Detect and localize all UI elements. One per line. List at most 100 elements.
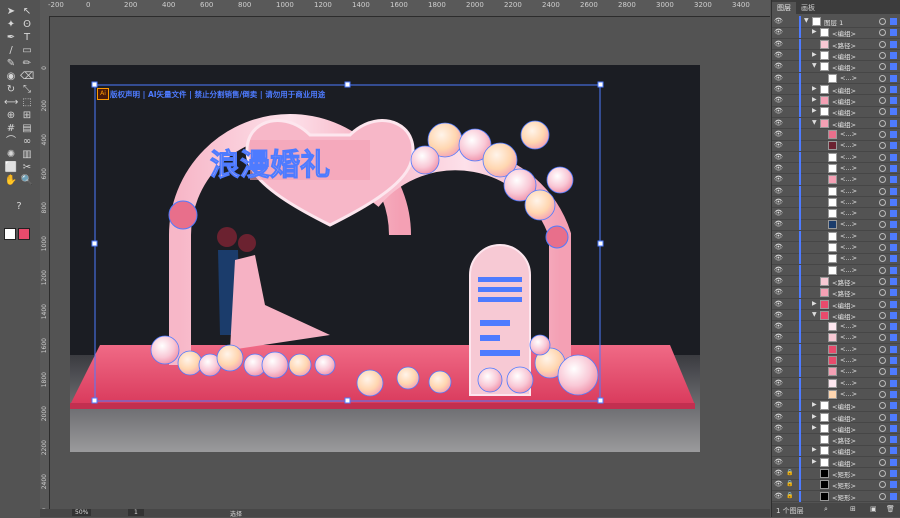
layer-row[interactable]: 👁 <...> xyxy=(772,321,900,333)
lock-toggle-icon[interactable] xyxy=(786,243,794,251)
type-tool-icon[interactable]: T xyxy=(20,31,34,45)
mesh-tool-icon[interactable]: # xyxy=(4,122,18,136)
expand-arrow-icon[interactable]: ▶ xyxy=(812,446,817,453)
visibility-eye-icon[interactable]: 👁 xyxy=(774,345,784,353)
visibility-eye-icon[interactable]: 👁 xyxy=(774,469,784,477)
selection-indicator[interactable] xyxy=(890,323,897,331)
selection-indicator[interactable] xyxy=(890,187,897,195)
lock-toggle-icon[interactable] xyxy=(786,209,794,217)
column-graph-tool-icon[interactable]: ▥ xyxy=(20,148,34,162)
visibility-eye-icon[interactable]: 👁 xyxy=(774,356,784,364)
selection-indicator[interactable] xyxy=(890,210,897,218)
lock-toggle-icon[interactable] xyxy=(786,424,794,432)
visibility-eye-icon[interactable]: 👁 xyxy=(774,40,784,48)
visibility-eye-icon[interactable]: 👁 xyxy=(774,480,784,488)
visibility-eye-icon[interactable]: 👁 xyxy=(774,367,784,375)
layer-row[interactable]: 👁 ▶ <编组> xyxy=(772,298,900,310)
target-circle-icon[interactable] xyxy=(879,153,886,161)
visibility-eye-icon[interactable]: 👁 xyxy=(774,85,784,93)
lock-toggle-icon[interactable] xyxy=(786,96,794,104)
layer-name[interactable]: <...> xyxy=(840,266,857,274)
artboard[interactable]: 浪漫婚礼 Ai 版权声明 | AI矢量文件 | 禁止分割销售/倒卖 | 请勿用于… xyxy=(70,65,700,452)
layer-name[interactable]: <...> xyxy=(840,333,857,341)
layer-name[interactable]: <编组> xyxy=(832,446,856,456)
target-circle-icon[interactable] xyxy=(879,221,886,229)
balloon[interactable] xyxy=(477,367,503,393)
pencil-tool-icon[interactable]: ✏ xyxy=(20,57,34,71)
visibility-eye-icon[interactable]: 👁 xyxy=(774,130,784,138)
target-circle-icon[interactable] xyxy=(879,198,886,206)
balloon[interactable] xyxy=(177,350,203,376)
target-circle-icon[interactable] xyxy=(879,232,886,240)
artwork[interactable]: 浪漫婚礼 xyxy=(70,65,700,452)
direct-selection-tool-icon[interactable]: ↖ xyxy=(20,5,34,19)
target-circle-icon[interactable] xyxy=(879,323,886,331)
target-circle-icon[interactable] xyxy=(879,266,886,274)
lock-toggle-icon[interactable] xyxy=(786,187,794,195)
visibility-eye-icon[interactable]: 👁 xyxy=(774,379,784,387)
selection-indicator[interactable] xyxy=(890,334,897,342)
balloon[interactable] xyxy=(506,366,534,394)
layer-name[interactable]: <编组> xyxy=(832,96,856,106)
layer-row[interactable]: 👁 <...> xyxy=(772,264,900,277)
visibility-eye-icon[interactable]: 👁 xyxy=(774,288,784,296)
eraser-tool-icon[interactable]: ⌫ xyxy=(20,70,34,84)
lock-toggle-icon[interactable] xyxy=(786,277,794,285)
selection-indicator[interactable] xyxy=(890,198,897,206)
visibility-eye-icon[interactable]: 👁 xyxy=(774,220,784,228)
target-circle-icon[interactable] xyxy=(879,255,886,263)
blob-brush-tool-icon[interactable]: ◉ xyxy=(4,70,18,84)
layer-row[interactable]: 👁 <...> xyxy=(772,242,900,254)
layer-row[interactable]: 👁 ▶ <编组> xyxy=(772,27,900,39)
target-circle-icon[interactable] xyxy=(879,176,886,184)
lock-toggle-icon[interactable] xyxy=(786,390,794,398)
target-circle-icon[interactable] xyxy=(879,447,886,455)
selection-indicator[interactable] xyxy=(890,266,897,274)
visibility-eye-icon[interactable]: 👁 xyxy=(774,254,784,262)
visibility-eye-icon[interactable]: 👁 xyxy=(774,458,784,466)
target-circle-icon[interactable] xyxy=(879,289,886,297)
lock-toggle-icon[interactable] xyxy=(786,345,794,353)
lock-toggle-icon[interactable] xyxy=(786,130,794,138)
visibility-eye-icon[interactable]: 👁 xyxy=(774,435,784,443)
zoom-level[interactable]: 50% xyxy=(72,509,92,516)
selection-indicator[interactable] xyxy=(890,85,897,93)
target-circle-icon[interactable] xyxy=(879,458,886,466)
layer-name[interactable]: <...> xyxy=(840,130,857,138)
balloon[interactable] xyxy=(557,354,599,396)
tab-artboards[interactable]: 画板 xyxy=(796,2,820,14)
fill-swatch[interactable] xyxy=(4,228,16,240)
lock-toggle-icon[interactable] xyxy=(786,220,794,228)
balloon[interactable] xyxy=(520,120,550,150)
lock-toggle-icon[interactable]: 🔒 xyxy=(786,480,794,488)
selection-indicator[interactable] xyxy=(890,74,897,82)
layer-row[interactable]: 👁 <...> xyxy=(772,174,900,186)
selection-indicator[interactable] xyxy=(890,221,897,229)
expand-arrow-icon[interactable]: ▶ xyxy=(812,51,817,58)
balloon[interactable] xyxy=(529,334,551,356)
artboard-number[interactable]: 1 xyxy=(128,509,144,516)
lock-toggle-icon[interactable] xyxy=(786,333,794,341)
layer-row[interactable]: 👁 <...> xyxy=(772,219,900,231)
layer-name[interactable]: <...> xyxy=(840,74,857,82)
selection-indicator[interactable] xyxy=(890,142,897,150)
layer-row-main[interactable]: 👁 ▼ 图层 1 xyxy=(772,16,900,28)
lock-toggle-icon[interactable] xyxy=(786,51,794,59)
layer-row[interactable]: 👁 ▶ <编组> xyxy=(772,49,900,62)
expand-arrow-icon[interactable]: ▶ xyxy=(812,458,817,465)
layer-name[interactable]: <编组> xyxy=(832,62,856,72)
layer-name[interactable]: <编组> xyxy=(832,413,856,423)
stroke-swatch[interactable] xyxy=(18,228,30,240)
lock-toggle-icon[interactable] xyxy=(786,232,794,240)
collapse-arrow-icon[interactable]: ▼ xyxy=(812,62,817,69)
lock-toggle-icon[interactable] xyxy=(786,401,794,409)
delete-layer-icon[interactable]: 🗑 xyxy=(886,505,895,513)
layer-row[interactable]: 👁 <...> xyxy=(772,196,900,209)
expand-arrow-icon[interactable]: ▶ xyxy=(812,107,817,114)
layer-name[interactable]: <...> xyxy=(840,356,857,364)
collapse-arrow-icon[interactable]: ▼ xyxy=(812,119,817,126)
visibility-eye-icon[interactable]: 👁 xyxy=(774,209,784,217)
visibility-eye-icon[interactable]: 👁 xyxy=(774,390,784,398)
tab-layers[interactable]: 图层 xyxy=(772,2,796,14)
layer-row[interactable]: 👁 <...> xyxy=(772,129,900,141)
